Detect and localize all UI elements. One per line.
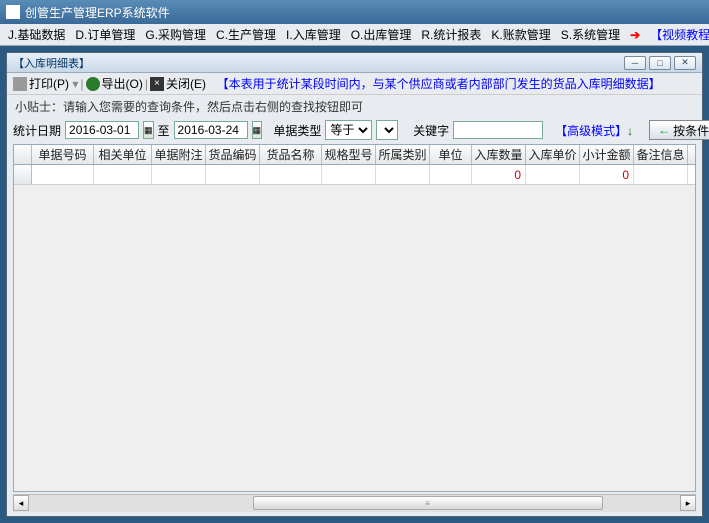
grid-header: 单据号码 相关单位 单据附注 货品编码 货品名称 规格型号 所属类别 单位 入库… xyxy=(14,145,695,165)
scroll-right-button[interactable]: ▸ xyxy=(680,495,696,511)
menu-inbound[interactable]: I.入库管理 xyxy=(282,24,345,45)
col-unit[interactable]: 单位 xyxy=(430,145,472,164)
to-label: 至 xyxy=(158,122,170,139)
menu-video-tutorial[interactable]: 【视频教程，先看再用】 xyxy=(646,24,709,45)
menu-purchase[interactable]: G.采购管理 xyxy=(141,24,210,45)
cell-qty[interactable]: 0 xyxy=(472,165,526,184)
menu-basic[interactable]: J.基础数据 xyxy=(4,24,69,45)
table-row[interactable]: 0 0 xyxy=(14,165,695,185)
type-label: 单据类型 xyxy=(273,122,321,139)
col-related-unit[interactable]: 相关单位 xyxy=(94,145,152,164)
col-in-qty[interactable]: 入库数量 xyxy=(472,145,526,164)
tip-text: 小贴士：请输入您需要的查询条件，然后点击右侧的查找按钮即可 xyxy=(7,95,702,118)
app-titlebar: 创管生产管理ERP系统软件 xyxy=(0,0,709,24)
col-remark[interactable]: 备注信息 xyxy=(634,145,688,164)
print-button[interactable]: 打印(P) ▾ xyxy=(29,75,78,92)
col-category[interactable]: 所属类别 xyxy=(376,145,430,164)
minimize-button[interactable]: ─ xyxy=(624,56,646,70)
scroll-thumb[interactable]: ≡ xyxy=(253,496,603,510)
keyword-input[interactable] xyxy=(453,121,543,139)
cell[interactable] xyxy=(634,165,688,184)
close-action-button[interactable]: 关闭(E) xyxy=(166,75,206,92)
type-select[interactable]: 等于 xyxy=(325,120,372,140)
scroll-left-button[interactable]: ◂ xyxy=(13,495,29,511)
menu-production[interactable]: C.生产管理 xyxy=(212,24,280,45)
menu-system[interactable]: S.系统管理 xyxy=(557,24,624,45)
calendar-from-button[interactable]: ▦ xyxy=(143,121,154,139)
inner-titlebar: 【入库明细表】 ─ □ ✕ xyxy=(7,53,702,73)
row-header-corner xyxy=(14,145,32,164)
cell[interactable] xyxy=(322,165,376,184)
cell[interactable] xyxy=(376,165,430,184)
cell[interactable] xyxy=(430,165,472,184)
filter-bar: 统计日期 ▦ 至 ▦ 单据类型 等于 关键字 【高级模式】↓ ←←按条件查找(S… xyxy=(7,118,702,142)
grid-body[interactable]: 0 0 xyxy=(14,165,695,491)
close-icon: × xyxy=(150,77,164,91)
cell[interactable] xyxy=(94,165,152,184)
cell[interactable] xyxy=(260,165,322,184)
date-from-input[interactable] xyxy=(65,121,139,139)
cell[interactable] xyxy=(32,165,94,184)
cell[interactable] xyxy=(152,165,206,184)
menu-reports[interactable]: R.统计报表 xyxy=(417,24,485,45)
printer-icon xyxy=(13,77,27,91)
col-in-price[interactable]: 入库单价 xyxy=(526,145,580,164)
col-item-code[interactable]: 货品编码 xyxy=(206,145,260,164)
app-title: 创管生产管理ERP系统软件 xyxy=(25,4,170,21)
col-doc-number[interactable]: 单据号码 xyxy=(32,145,94,164)
toolbar: 打印(P) ▾ | 导出(O) | × 关闭(E) 【本表用于统计某段时间内，与… xyxy=(7,73,702,95)
date-to-input[interactable] xyxy=(174,121,248,139)
inner-title: 【入库明细表】 xyxy=(13,55,624,71)
toolbar-note: 【本表用于统计某段时间内，与某个供应商或者内部部门发生的货品入库明细数据】 xyxy=(217,75,661,92)
type-value-select[interactable] xyxy=(376,120,398,140)
keyword-label: 关键字 xyxy=(413,122,449,139)
horizontal-scrollbar[interactable]: ◂ ≡ ▸ xyxy=(13,494,696,512)
col-spec[interactable]: 规格型号 xyxy=(322,145,376,164)
app-icon xyxy=(6,5,20,19)
arrow-icon: ➔ xyxy=(626,26,644,44)
col-subtotal[interactable]: 小计金额 xyxy=(580,145,634,164)
cell[interactable] xyxy=(206,165,260,184)
menu-outbound[interactable]: O.出库管理 xyxy=(347,24,416,45)
menu-accounts[interactable]: K.账款管理 xyxy=(487,24,554,45)
calendar-to-button[interactable]: ▦ xyxy=(252,121,263,139)
cell[interactable] xyxy=(526,165,580,184)
main-menu: J.基础数据 D.订单管理 G.采购管理 C.生产管理 I.入库管理 O.出库管… xyxy=(0,24,709,46)
data-grid: 单据号码 相关单位 单据附注 货品编码 货品名称 规格型号 所属类别 单位 入库… xyxy=(13,144,696,492)
cell-amount[interactable]: 0 xyxy=(580,165,634,184)
close-button[interactable]: ✕ xyxy=(674,56,696,70)
advanced-mode-link[interactable]: 【高级模式】↓ xyxy=(555,122,633,139)
export-button[interactable]: 导出(O) xyxy=(102,75,143,92)
date-label: 统计日期 xyxy=(13,122,61,139)
col-doc-remark[interactable]: 单据附注 xyxy=(152,145,206,164)
maximize-button[interactable]: □ xyxy=(649,56,671,70)
row-header xyxy=(14,165,32,184)
menu-orders[interactable]: D.订单管理 xyxy=(71,24,139,45)
search-button[interactable]: ←←按条件查找(S)按条件查找(S) xyxy=(649,120,709,140)
col-item-name[interactable]: 货品名称 xyxy=(260,145,322,164)
export-icon xyxy=(86,77,100,91)
